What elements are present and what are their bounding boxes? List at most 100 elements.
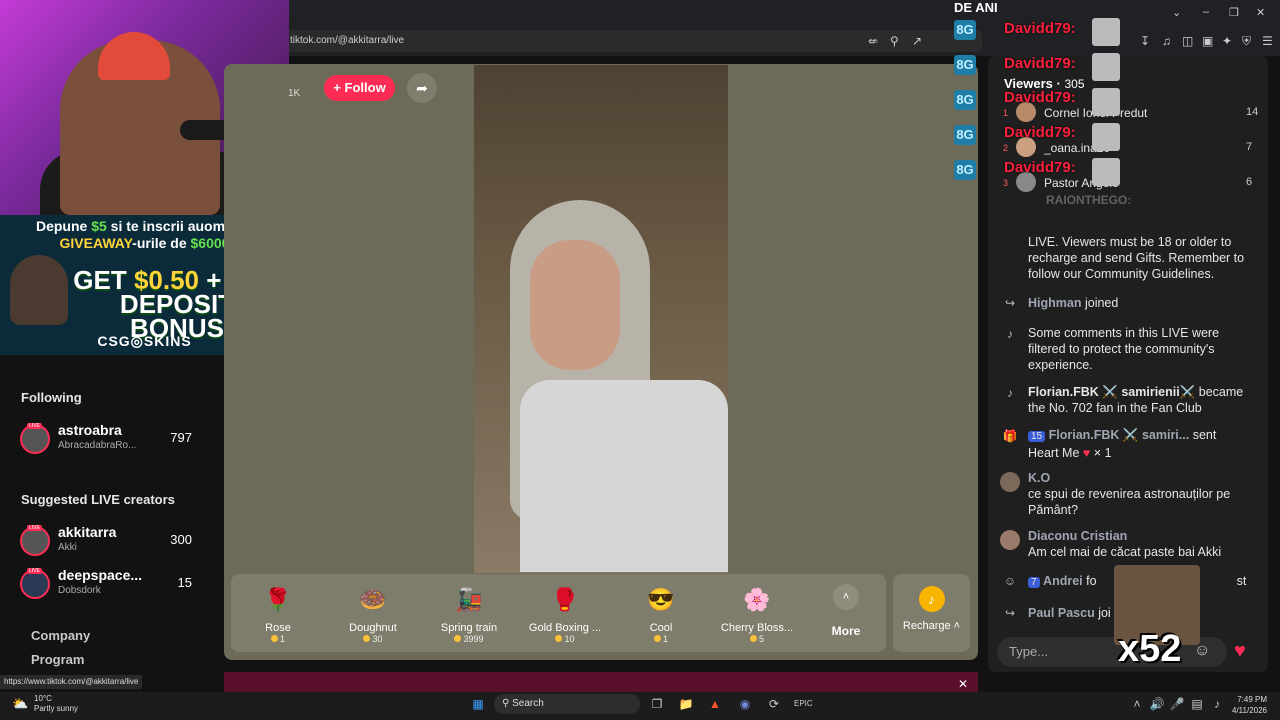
sub-badge: 8G — [954, 20, 976, 40]
overlay-chat-user: Davidd79: — [1004, 89, 1076, 106]
sunglasses-icon: 😎 — [647, 587, 675, 612]
chevron-up-icon: ˄ — [833, 584, 859, 610]
gift-price: 30 — [329, 634, 417, 644]
extension-icon[interactable]: ✦ — [1222, 34, 1232, 48]
sub-badge: 8G — [954, 90, 976, 110]
combo-counter: x52 — [1118, 628, 1182, 670]
creator-subtitle: Akki — [58, 542, 77, 553]
doughnut-icon: 🍩 — [359, 587, 387, 612]
translate-icon[interactable]: ⇍ — [868, 34, 878, 48]
gift-name: Gold Boxing ... — [528, 622, 602, 634]
video-person-face — [530, 240, 620, 370]
media-icon[interactable]: ♫ — [1162, 34, 1171, 48]
share-arrow-icon: ➦ — [416, 80, 428, 96]
mascot-image — [10, 255, 68, 325]
weather-widget[interactable]: 10°C Partly sunny — [34, 694, 78, 714]
live-badge: LIVE — [27, 423, 42, 429]
live-badge: LIVE — [27, 568, 42, 574]
share-icon[interactable]: ↗ — [912, 34, 922, 48]
emote-image — [1092, 53, 1120, 81]
creator-subtitle: Dobsdork — [58, 585, 101, 596]
viewer-count: 797 — [170, 430, 192, 445]
rank-3: 3 — [1003, 178, 1009, 188]
gift-icon: 🎁 — [1002, 429, 1018, 443]
tiktok-icon: ♪ — [1007, 327, 1013, 341]
video-person-shirt — [520, 380, 728, 572]
gift-doughnut[interactable]: 🍩 Doughnut 30 — [329, 580, 417, 644]
avatar — [1000, 530, 1020, 550]
creator-name: deepspace... — [58, 567, 143, 583]
viewer-count: 300 — [170, 532, 192, 547]
suggested-title: Suggested LIVE creators — [21, 492, 175, 507]
clock[interactable]: 7:49 PM 4/11/2026 — [1232, 694, 1267, 716]
share-button[interactable]: ➦ — [407, 73, 437, 103]
join-icon: ↪ — [1004, 606, 1016, 620]
gift-bar: 🌹 Rose 1 🍩 Doughnut 30 🚂 Spring train 39… — [231, 574, 886, 652]
like-heart-icon[interactable]: ♥ — [1234, 640, 1246, 663]
weather-icon[interactable]: ⛅ — [12, 696, 28, 712]
follow-button[interactable]: + Follow — [324, 75, 395, 101]
program-link[interactable]: Program — [31, 652, 84, 667]
minimize-icon[interactable]: – — [1203, 6, 1209, 18]
avatar — [1000, 472, 1020, 492]
join-icon: ↪ — [1004, 296, 1016, 310]
gift-gold-boxing[interactable]: 🥊 Gold Boxing ... 10 — [521, 580, 609, 644]
level-badge: 15 — [1028, 431, 1046, 442]
gift-price: 1 — [234, 634, 322, 644]
maximize-icon[interactable]: ❐ — [1229, 6, 1239, 19]
menu-icon[interactable]: ☰ — [1262, 34, 1273, 48]
top-viewer-score: 14 — [1246, 106, 1259, 118]
more-gifts-button[interactable]: ˄ More — [826, 584, 866, 638]
wallet-icon[interactable]: ▣ — [1202, 34, 1213, 48]
file-explorer-icon[interactable]: 📁 — [677, 696, 695, 712]
chevron-down-icon[interactable]: ⌄ — [1172, 6, 1181, 19]
epic-games-icon[interactable]: EPIC — [794, 696, 813, 712]
chevron-up-icon[interactable]: ˄ — [1128, 696, 1146, 712]
gift-price: 3999 — [425, 634, 513, 644]
rank-2: 2 — [1003, 143, 1009, 153]
suggested-item-akkitarra[interactable]: LIVE akkitarra Akki 300 — [20, 524, 200, 560]
speaker-icon[interactable]: 🔊 — [1148, 696, 1166, 712]
brave-browser-icon[interactable]: ▲ — [706, 696, 724, 712]
gift-name: Rose — [265, 622, 291, 634]
download-icon[interactable]: ↧ — [1140, 34, 1150, 48]
gift-message: 15 Florian.FBK ⚔️ samiri... sent Heart Me… — [1028, 428, 1217, 460]
task-view-icon[interactable]: ❐ — [648, 696, 666, 712]
heart-gift-icon: ♥ — [1082, 446, 1091, 460]
more-label: More — [831, 624, 861, 638]
company-link[interactable]: Company — [31, 628, 90, 643]
sidebar-icon[interactable]: ◫ — [1182, 34, 1193, 48]
app-icon[interactable]: ⟳ — [765, 696, 783, 712]
avatar: LIVE — [20, 568, 50, 599]
taskbar — [0, 692, 1280, 720]
tiktok-icon: ♪ — [1007, 386, 1013, 400]
system-notice: LIVE. Viewers must be 18 or older to rec… — [1028, 235, 1245, 281]
windows-start-icon[interactable]: ▦ — [469, 696, 487, 712]
suggested-item-deepspace[interactable]: LIVE deepspace... Dobsdork 15 — [20, 567, 200, 603]
user-add-icon: ☺ — [1003, 574, 1017, 588]
sub-badge: 8G — [954, 125, 976, 145]
zoom-icon[interactable]: ⚲ — [890, 34, 899, 48]
gift-spring-train[interactable]: 🚂 Spring train 3999 — [425, 580, 513, 644]
shield-icon[interactable]: ⛨ — [1242, 34, 1251, 49]
avatar: LIVE — [20, 525, 50, 556]
taskbar-search[interactable]: ⚲ Search — [494, 694, 640, 714]
avatar: LIVE — [20, 423, 50, 454]
following-item-astroabra[interactable]: LIVE astroabra AbracadabraRo... 797 — [20, 422, 200, 458]
gift-cherry-blossom[interactable]: 🌸 Cherry Bloss... 5 — [713, 580, 801, 644]
overlay-chat-user-faded: RAIONTHEGO: — [1046, 193, 1132, 207]
overlay-chat-user: Davidd79: — [1004, 20, 1076, 37]
volume-icon[interactable]: ♪ — [1208, 696, 1226, 712]
gift-name: Spring train — [440, 622, 498, 634]
recharge-button[interactable]: ♪ Recharge ˄ — [893, 574, 970, 652]
network-icon[interactable]: ▤ — [1188, 696, 1206, 712]
tiktok-coin-icon: ♪ — [918, 586, 945, 612]
search-icon: ⚲ — [502, 698, 510, 709]
discord-icon[interactable]: ◉ — [736, 696, 754, 712]
like-count: 1K — [288, 88, 301, 99]
gift-rose[interactable]: 🌹 Rose 1 — [234, 580, 322, 644]
close-icon[interactable]: ✕ — [958, 677, 968, 691]
mic-icon[interactable]: 🎤 — [1168, 696, 1186, 712]
close-icon[interactable]: ✕ — [1256, 6, 1265, 19]
gift-cool[interactable]: 😎 Cool 1 — [617, 580, 705, 644]
